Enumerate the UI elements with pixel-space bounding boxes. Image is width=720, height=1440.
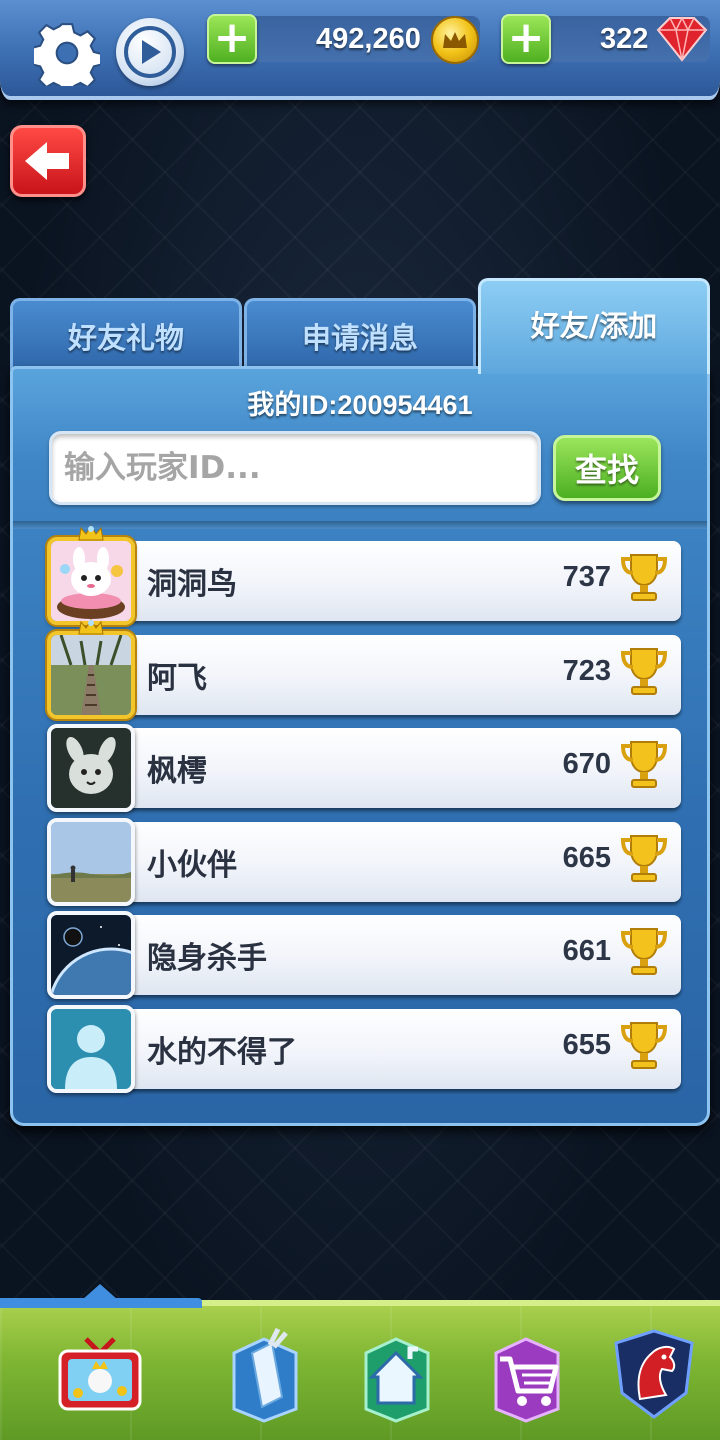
tab-friends-add[interactable]: 好友/添加 [478,278,710,374]
gem-count: 322 [600,23,649,55]
ruby-gem-icon [656,16,708,62]
nav-active-pointer [82,1284,118,1300]
friend-row[interactable]: 阿飞 723 [47,618,681,719]
tv-icon [58,1337,142,1411]
golf-bag-icon [232,1327,298,1423]
cartoon-rabbit-avatar-icon [51,541,131,621]
friend-name: 隐身杀手 [147,941,267,977]
planet-photo-avatar-icon [51,915,131,996]
settings-gear-icon[interactable] [34,20,100,86]
friend-row[interactable]: 洞洞鸟 737 [47,525,681,625]
crown-icon [78,618,104,635]
shop-cart-icon [494,1337,560,1423]
friends-list: 洞洞鸟 737 阿飞 723 枫樗 670 小伙伴 665 隐身杀手 661 水… [47,525,681,1099]
search-box [49,431,541,505]
trophy-icon [620,928,668,976]
white-toy-photo-avatar-icon [51,728,131,809]
trophy-icon [620,1021,668,1069]
friends-panel: 我的ID:200954461 查找 [10,366,710,1126]
add-coins-button[interactable]: + [207,14,257,64]
friend-avatar[interactable] [47,1004,135,1093]
play-icon [124,26,176,78]
friend-trophy-count: 723 [562,654,611,687]
default-silhouette-avatar-icon [51,1008,131,1089]
tab-friend-gifts[interactable]: 好友礼物 [10,298,242,370]
friend-row[interactable]: 枫樗 670 [47,724,681,813]
back-button[interactable] [10,125,86,197]
back-arrow-icon [25,142,69,180]
landscape-photo-avatar-icon [51,821,131,902]
nav-home-button[interactable] [346,1318,446,1428]
friend-avatar[interactable] [47,817,135,906]
trophy-icon [620,834,668,882]
friend-name: 小伙伴 [147,847,237,883]
coin-count: 492,260 [316,23,421,55]
nav-tv-button[interactable] [50,1318,150,1428]
friend-avatar[interactable] [47,630,135,719]
player-id-search-input[interactable] [52,434,538,502]
my-player-id: 我的ID:200954461 [247,390,473,420]
friend-name: 阿飞 [147,660,207,696]
friend-row[interactable]: 水的不得了 655 [47,1004,681,1093]
friend-trophy-count: 665 [562,841,611,874]
add-gems-button[interactable]: + [501,14,551,64]
friend-row[interactable]: 隐身杀手 661 [47,911,681,1000]
friend-name: 枫樗 [147,754,207,790]
crown-icon [78,525,104,541]
horse-emblem-icon [614,1329,694,1419]
friend-name: 洞洞鸟 [147,567,237,602]
find-button[interactable]: 查找 [553,435,661,501]
trophy-icon [620,647,668,695]
play-button[interactable] [116,18,184,86]
friend-trophy-count: 661 [562,935,611,968]
trophy-icon [620,741,668,789]
friend-avatar[interactable] [47,724,135,813]
trophy-icon [620,554,668,601]
home-icon [364,1337,430,1423]
crown-coin-icon [431,16,479,64]
nav-golf-bag-button[interactable] [214,1318,314,1428]
tab-friend-requests[interactable]: 申请消息 [244,298,476,370]
top-bar: + + 492,260 322 [0,0,720,100]
friend-name: 水的不得了 [147,1034,297,1070]
railway-photo-avatar-icon [51,634,131,715]
friend-trophy-count: 655 [562,1028,611,1061]
nav-club-button[interactable] [604,1318,704,1428]
friend-trophy-count: 670 [562,748,611,781]
nav-shop-button[interactable] [476,1318,576,1428]
friend-trophy-count: 737 [562,561,611,593]
friend-avatar[interactable] [47,537,135,625]
divider [13,521,707,529]
friend-row[interactable]: 小伙伴 665 [47,817,681,906]
friend-avatar[interactable] [47,911,135,1000]
